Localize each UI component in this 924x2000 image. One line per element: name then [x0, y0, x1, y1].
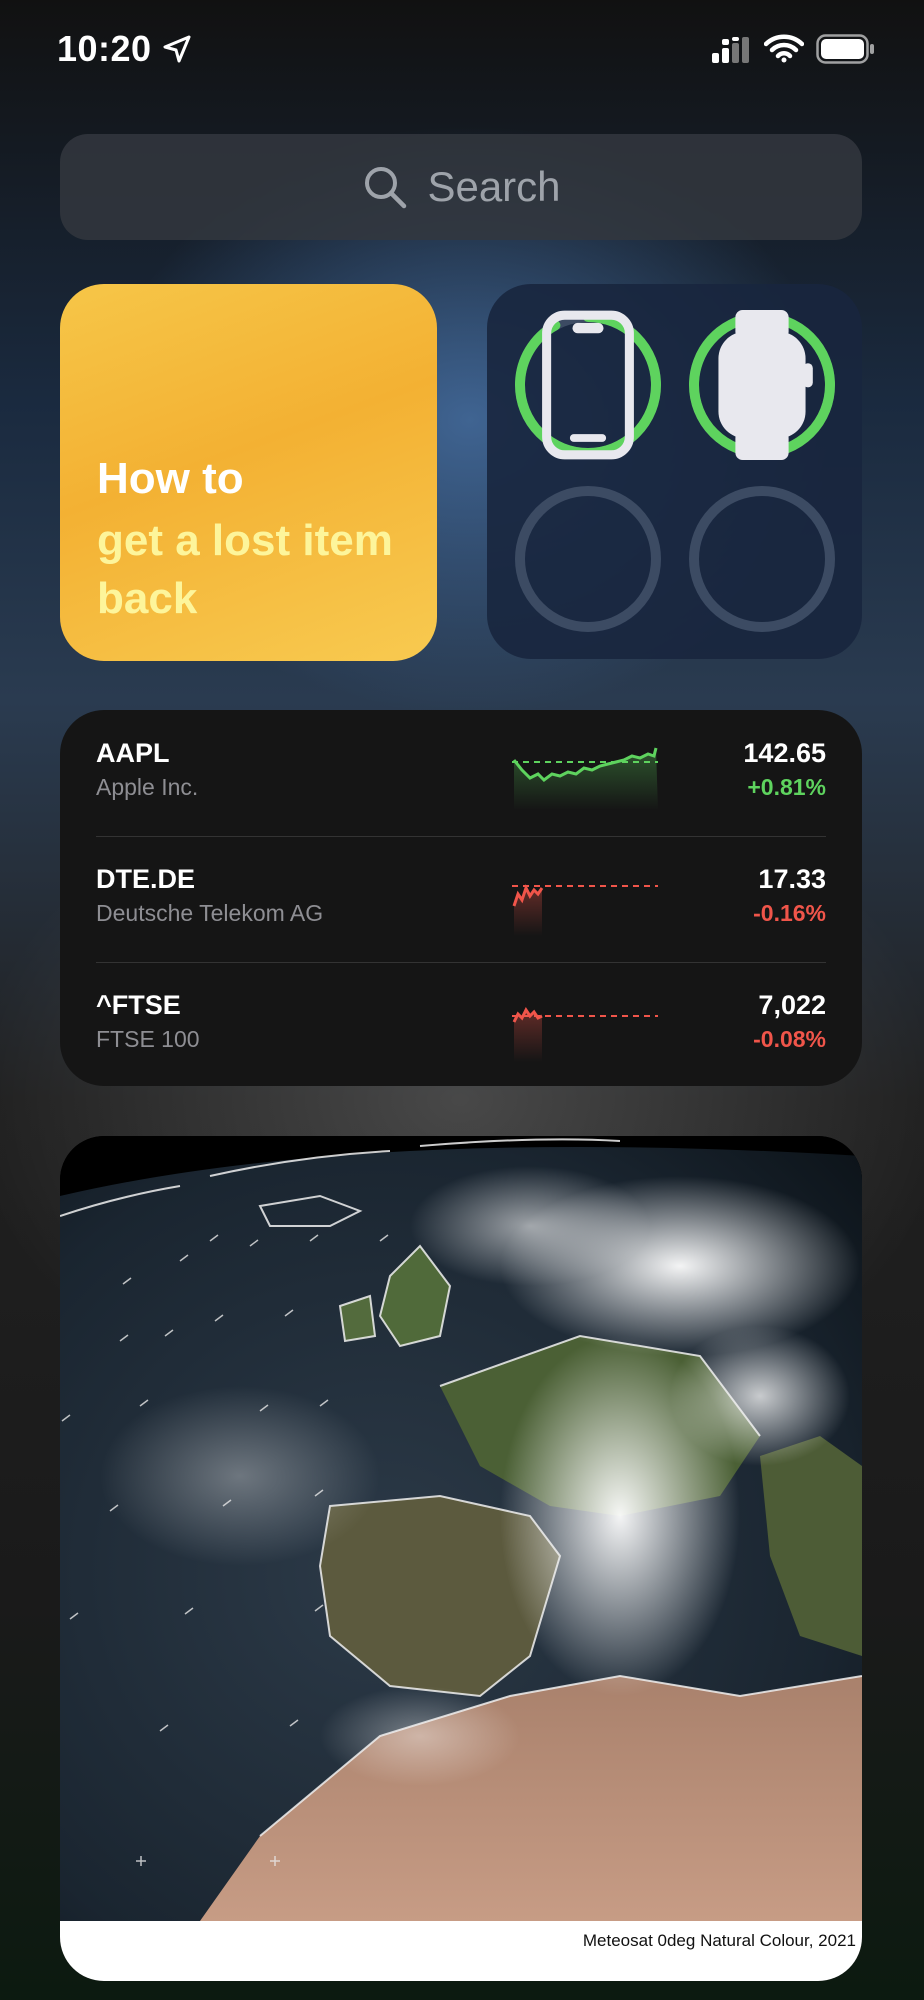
- location-arrow-icon: [163, 35, 191, 63]
- battery-icon: [816, 34, 874, 64]
- cellular-signal-icon: [712, 37, 749, 63]
- tips-title-line2: get a lost item back: [97, 516, 393, 623]
- search-input[interactable]: Search: [60, 134, 862, 240]
- stock-price: 17.33: [758, 864, 826, 894]
- stock-sparkline: [512, 1007, 658, 1062]
- status-bar: 10:20: [0, 0, 924, 100]
- stock-row[interactable]: ^FTSE FTSE 100 7,022 -0.08%: [96, 962, 826, 1088]
- stock-name: Apple Inc.: [96, 774, 199, 800]
- apple-watch-icon: [718, 310, 813, 460]
- stock-symbol: DTE.DE: [96, 864, 196, 894]
- battery-ring-iphone: [513, 310, 663, 460]
- magnifying-glass-icon: [365, 167, 407, 209]
- stock-row[interactable]: AAPL Apple Inc. 142.65 +0.81%: [96, 710, 826, 837]
- stock-change: -0.08%: [753, 1026, 826, 1052]
- stock-sparkline: [512, 747, 658, 810]
- stock-symbol: AAPL: [96, 738, 170, 768]
- stock-symbol: ^FTSE: [96, 990, 181, 1020]
- tips-title-line1: How to: [97, 454, 244, 503]
- battery-ring-empty: [687, 484, 837, 634]
- stock-change: +0.81%: [747, 774, 826, 800]
- satellite-image-widget[interactable]: Meteosat 0deg Natural Colour, 2021: [60, 1136, 862, 1981]
- batteries-widget[interactable]: [487, 284, 862, 659]
- wifi-icon: [764, 34, 804, 63]
- battery-ring-empty: [513, 484, 663, 634]
- stock-price: 7,022: [758, 990, 826, 1020]
- tips-widget[interactable]: How to get a lost item back: [60, 284, 437, 661]
- search-placeholder: Search: [427, 163, 561, 210]
- stock-row[interactable]: DTE.DE Deutsche Telekom AG 17.33 -0.16%: [96, 836, 826, 963]
- satellite-caption-bar: Meteosat 0deg Natural Colour, 2021: [60, 1921, 862, 1981]
- stock-price: 142.65: [743, 738, 826, 768]
- battery-ring-watch: [687, 310, 837, 460]
- satellite-caption: Meteosat 0deg Natural Colour, 2021: [582, 1931, 856, 1950]
- satellite-image: [60, 1136, 862, 1921]
- stock-sparkline: [512, 884, 658, 936]
- stock-name: FTSE 100: [96, 1026, 200, 1052]
- stock-name: Deutsche Telekom AG: [96, 900, 324, 926]
- iphone-icon: [542, 310, 634, 460]
- stocks-widget[interactable]: AAPL Apple Inc. 142.65 +0.81% DTE.DE Deu…: [60, 710, 862, 1086]
- stock-change: -0.16%: [753, 900, 826, 926]
- status-time: 10:20: [57, 28, 152, 69]
